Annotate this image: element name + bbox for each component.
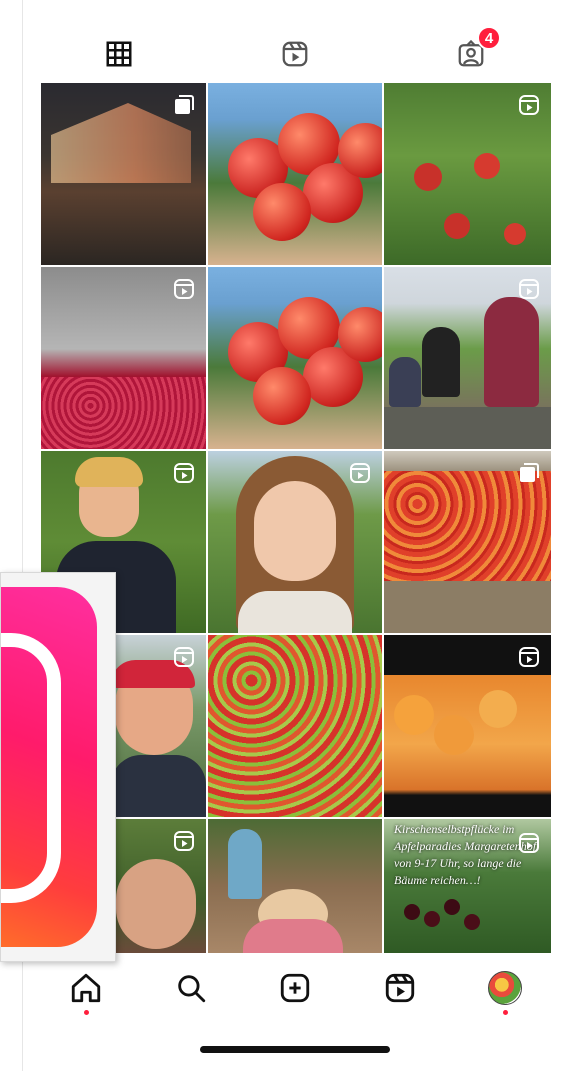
post-thumbnail[interactable] [208, 83, 382, 265]
nav-search[interactable] [169, 966, 213, 1010]
profile-avatar [488, 971, 522, 1005]
create-icon [280, 973, 310, 1003]
nav-home[interactable] [64, 966, 108, 1010]
nav-profile[interactable] [483, 966, 527, 1010]
reel-badge-icon [519, 833, 539, 853]
posts-grid: Kirschenselbstpflücke im Apfelparadies M… [41, 83, 551, 953]
post-thumbnail[interactable] [208, 451, 382, 633]
carousel-icon [520, 463, 539, 482]
post-thumbnail[interactable] [41, 83, 206, 265]
reel-badge-icon [519, 279, 539, 299]
grid-icon [106, 41, 132, 67]
logo-frame-ring [1, 633, 61, 903]
reels-icon [385, 973, 415, 1003]
bottom-navigation [22, 958, 570, 1018]
post-thumbnail[interactable] [41, 267, 206, 449]
home-indicator[interactable] [200, 1046, 390, 1053]
reel-badge-icon [174, 647, 194, 667]
tab-tagged[interactable]: 4 [441, 26, 501, 80]
reels-icon [282, 41, 308, 67]
reel-badge-icon [174, 463, 194, 483]
tab-reels[interactable] [265, 28, 325, 80]
post-thumbnail[interactable] [384, 83, 551, 265]
profile-notification-dot [503, 1010, 508, 1015]
profile-tabs: 4 [22, 26, 570, 80]
instagram-logo-overlay [0, 572, 116, 962]
post-thumbnail[interactable] [208, 267, 382, 449]
search-icon [178, 975, 206, 1003]
tab-grid[interactable] [89, 28, 149, 80]
reel-badge-icon [519, 95, 539, 115]
post-thumbnail[interactable]: Kirschenselbstpflücke im Apfelparadies M… [384, 819, 551, 953]
post-thumbnail[interactable] [384, 267, 551, 449]
notification-badge: 4 [477, 26, 501, 50]
reel-badge-icon [519, 647, 539, 667]
home-active-dot [84, 1010, 89, 1015]
carousel-icon [175, 95, 194, 114]
nav-reels[interactable] [378, 966, 422, 1010]
reel-badge-icon [174, 831, 194, 851]
home-icon [71, 973, 101, 1003]
nav-create[interactable] [273, 966, 317, 1010]
post-thumbnail[interactable] [208, 635, 382, 817]
reel-badge-icon [174, 279, 194, 299]
post-thumbnail[interactable] [384, 451, 551, 633]
reel-badge-icon [350, 463, 370, 483]
post-thumbnail[interactable] [208, 819, 382, 953]
post-thumbnail[interactable] [384, 635, 551, 817]
